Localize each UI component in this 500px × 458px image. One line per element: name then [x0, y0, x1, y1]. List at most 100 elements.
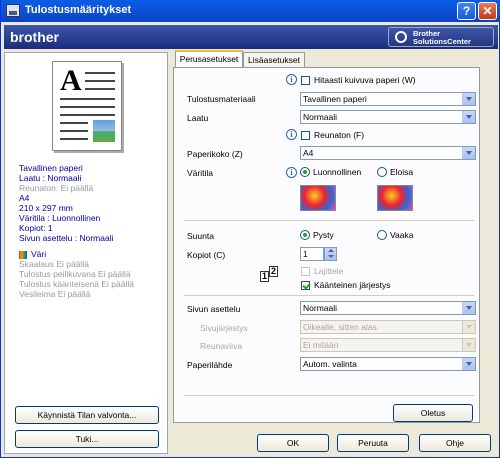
info-icon[interactable]: i [286, 129, 297, 140]
preview-line [60, 98, 115, 100]
vivid-radio[interactable] [377, 167, 387, 177]
summary-quality: Laatu : Normaali [19, 173, 82, 183]
natural-label: Luonnollinen [313, 167, 362, 177]
quality-select[interactable]: Normaali [300, 110, 476, 124]
basic-settings-panel: i Hitaasti kuivuva paperi (W) Tulostusma… [173, 67, 480, 423]
paper-size-value: A4 [303, 148, 314, 158]
preview-line [85, 72, 115, 74]
border-line-label: Reunaviiva [200, 341, 243, 351]
media-select[interactable]: Tavallinen paperi [300, 92, 476, 106]
preview-line [60, 106, 115, 108]
settings-summary-panel: A Tavallinen paperi Laatu : Normaali Reu… [4, 52, 168, 454]
preview-line [85, 88, 115, 90]
title-help-button[interactable]: ? [457, 2, 476, 20]
chevron-down-icon [462, 147, 475, 159]
natural-sample-image [300, 185, 336, 211]
paper-source-value: Autom. valinta [303, 359, 357, 369]
summary-paper-size: A4 [19, 193, 30, 203]
quality-label: Laatu [187, 113, 209, 123]
border-line-select[interactable]: Ei mitään [300, 338, 476, 352]
vivid-sample-image [377, 185, 413, 211]
layout-value: Normaali [303, 303, 338, 313]
vivid-label: Eloisa [390, 167, 414, 177]
page-order-label: Sivujärjestys [200, 323, 248, 333]
layout-label: Sivun asettelu [187, 304, 241, 314]
portrait-label: Pysty [313, 230, 334, 240]
support-button[interactable]: Tuki... [15, 430, 159, 448]
landscape-radio[interactable] [377, 230, 387, 240]
media-label: Tulostusmateriaali [187, 94, 256, 104]
copies-label: Kopiot (C) [187, 250, 226, 260]
chevron-down-icon [462, 321, 475, 333]
preview-line [60, 130, 88, 132]
copies-spinner[interactable] [324, 247, 337, 261]
info-icon[interactable]: i [286, 167, 297, 178]
brother-banner: brother Brother SolutionsCenter [4, 25, 498, 49]
cancel-button[interactable]: Peruuta [337, 434, 409, 452]
summary-color: Väri [19, 249, 134, 259]
ok-button[interactable]: OK [257, 434, 329, 452]
summary-watermark: Vesileima Ei päällä [19, 289, 91, 299]
title-bar: Tulostusmääritykset ? ✕ [1, 0, 500, 22]
natural-radio[interactable] [300, 167, 310, 177]
collate-checkbox[interactable] [301, 267, 310, 276]
page-preview: A [52, 61, 122, 151]
tab-advanced[interactable]: Lisäasetukset [243, 52, 305, 67]
fast-dry-checkbox[interactable] [301, 76, 310, 85]
printer-icon [6, 4, 20, 17]
chevron-down-icon [462, 93, 475, 105]
summary-media: Tavallinen paperi [19, 163, 83, 173]
summary-borderless: Reunaton: Ei päällä [19, 183, 94, 193]
summary-dimensions: 210 x 297 mm [19, 203, 73, 213]
default-button[interactable]: Oletus [393, 404, 473, 422]
divider [184, 395, 474, 396]
preview-line [60, 122, 88, 124]
tab-basic[interactable]: Perusasetukset [175, 50, 243, 67]
start-status-monitor-button[interactable]: Käynnistä Tilan valvonta... [15, 406, 159, 424]
collate-label: Lajittele [314, 266, 344, 276]
help-button[interactable]: Ohje [419, 434, 491, 452]
title-close-button[interactable]: ✕ [478, 2, 497, 20]
portrait-radio[interactable] [300, 230, 310, 240]
page-order-select[interactable]: Oikealle, sitten alas [300, 320, 476, 334]
solutions-center-button[interactable]: Brother SolutionsCenter [388, 27, 494, 47]
reverse-order-checkbox[interactable] [301, 281, 310, 290]
summary-scaling: Skaalaus Ei päällä [19, 259, 89, 269]
preview-line [60, 114, 115, 116]
paper-source-label: Paperilähde [187, 360, 233, 370]
reverse-order-label: Käänteinen järjestys [314, 280, 391, 290]
summary-mirror: Tulostus peilikuvana Ei päällä [19, 269, 131, 279]
print-preferences-window: Tulostusmääritykset ? ✕ brother Brother … [0, 0, 500, 458]
layout-select[interactable]: Normaali [300, 301, 476, 315]
summary-color-label: Väri [31, 249, 47, 259]
bsc-line2: SolutionsCenter [413, 37, 471, 46]
spin-up-icon [328, 249, 334, 252]
fast-dry-label: Hitaasti kuivuva paperi (W) [314, 75, 416, 85]
borderless-checkbox[interactable] [301, 131, 310, 140]
preview-line [60, 138, 88, 140]
brother-logo: brother [10, 29, 59, 45]
borderless-label: Reunaton (F) [314, 130, 365, 140]
chevron-down-icon [462, 302, 475, 314]
summary-list: Tavallinen paperi Laatu : Normaali Reuna… [19, 163, 134, 299]
landscape-label: Vaaka [390, 230, 414, 240]
color-mode-label: Väritila [187, 168, 213, 178]
copies-input[interactable]: 1 [300, 247, 324, 261]
divider [184, 220, 474, 221]
summary-layout: Sivun asettelu : Normaali [19, 233, 114, 243]
chevron-down-icon [462, 339, 475, 351]
summary-reverse: Tulostus käänteisenä Ei päällä [19, 279, 134, 289]
paper-size-select[interactable]: A4 [300, 146, 476, 160]
divider [184, 295, 474, 296]
chevron-down-icon [462, 358, 475, 370]
border-line-value: Ei mitään [303, 340, 339, 350]
info-icon[interactable]: i [286, 74, 297, 85]
summary-color-mode: Väritila : Luonnollinen [19, 213, 101, 223]
paper-size-label: Paperikoko (Z) [187, 149, 243, 159]
solutions-center-icon [395, 31, 407, 43]
page-order-value: Oikealle, sitten alas [303, 322, 377, 332]
media-value: Tavallinen paperi [303, 94, 367, 104]
spin-down-icon [328, 255, 334, 258]
orientation-label: Suunta [187, 231, 214, 241]
paper-source-select[interactable]: Autom. valinta [300, 357, 476, 371]
